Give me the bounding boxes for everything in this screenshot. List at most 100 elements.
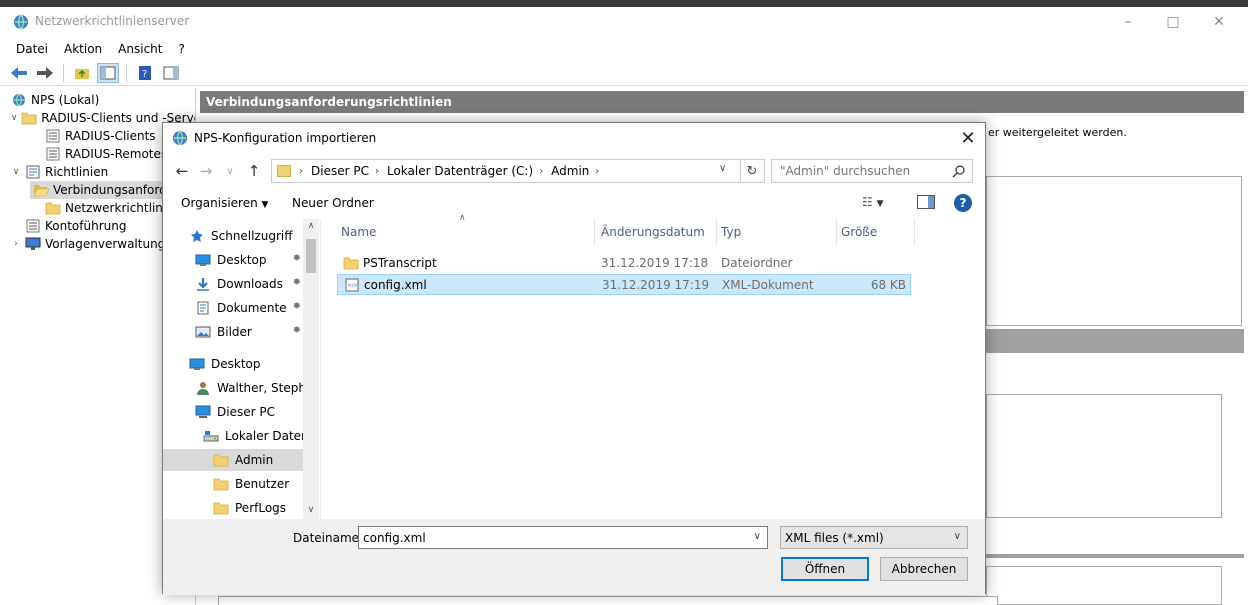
filename-input[interactable] [359,530,739,545]
arrow-left-icon: ← [175,162,189,180]
tree-item-label: Kontoführung [45,219,127,233]
chevron-down-icon[interactable]: ∨ [10,113,18,123]
address-bar[interactable]: › Dieser PC › Lokaler Datenträger (C:) ›… [271,159,741,183]
details-description: er weitergeleitet werden. [988,126,1127,139]
file-type: Dateiordner [721,256,793,270]
back-button[interactable] [8,63,30,83]
file-row[interactable]: PSTranscript 31.12.2019 17:18 Dateiordner [337,253,911,274]
globe-icon [13,93,25,107]
pin-icon[interactable]: ✸ [293,325,301,336]
chevron-right-icon: › [299,165,303,177]
policy-list-box[interactable] [986,176,1242,326]
import-dialog: NPS-Konfiguration importieren ✕ ← → ∨ ↑ … [162,122,986,595]
pin-icon[interactable]: ✸ [293,253,301,264]
nav-item[interactable]: Downloads ✸ [163,273,303,295]
scroll-down-icon[interactable]: ∨ [303,505,319,515]
chevron-right-icon[interactable]: › [10,239,22,249]
nav-item[interactable]: Walther, Stephan [163,377,303,399]
preview-pane-button[interactable] [917,195,935,209]
organize-label: Organisieren [181,196,258,210]
bottom-box [218,596,998,605]
back-button[interactable]: ← [171,160,193,182]
folder-open-icon [33,185,49,197]
column-size[interactable]: Größe [837,219,915,245]
forward-button[interactable] [34,63,56,83]
change-view-button[interactable]: ☷ ▼ [862,195,884,209]
file-name: config.xml [364,278,427,292]
organize-button[interactable]: Organisieren ▼ [181,196,268,210]
minimize-button[interactable]: – [1105,7,1151,37]
drive-icon [203,431,219,442]
arrow-right-icon: → [199,162,213,180]
forward-button[interactable]: → [195,160,217,182]
column-type[interactable]: Typ [717,219,837,245]
action-pane-button[interactable] [160,63,182,83]
scrollbar-thumb[interactable] [306,239,316,273]
menu-aktion[interactable]: Aktion [58,42,108,56]
nps-globe-icon [14,14,28,30]
pin-icon[interactable]: ✸ [293,301,301,312]
menu-help[interactable]: ? [172,42,190,56]
nav-item-label: Dieser PC [217,405,275,419]
nav-item[interactable]: Desktop ✸ [163,249,303,271]
nav-item[interactable]: Admin [163,449,303,471]
tree-item-label: Richtlinien [45,165,109,179]
open-button[interactable]: Öffnen [781,557,869,581]
nav-item-label: Lokaler Datenträger (C:) [225,429,303,443]
refresh-icon: ↻ [746,163,758,179]
up-folder-button[interactable] [71,63,93,83]
cancel-button[interactable]: Abbrechen [880,557,968,581]
toolbar: ? [0,61,1248,86]
show-hide-tree-button[interactable] [97,63,119,83]
nav-item[interactable]: Dokumente ✸ [163,297,303,319]
dialog-close-button[interactable]: ✕ [951,123,985,154]
close-window-button[interactable]: ✕ [1196,7,1242,37]
tree-item[interactable]: NPS (Lokal) [0,91,195,109]
recent-locations-button[interactable]: ∨ [219,160,241,182]
folder-icon [21,112,37,125]
file-row[interactable]: </> config.xml 31.12.2019 17:19 XML-Dokumen… [337,274,911,295]
nav-item[interactable]: Lokaler Datenträger (C:) [163,425,303,447]
help-toolbar-button[interactable]: ? [134,63,156,83]
breadcrumb-drive[interactable]: Lokaler Datenträger (C:) [387,164,533,178]
breadcrumb-admin[interactable]: Admin [551,164,589,178]
menu-datei[interactable]: Datei [10,42,54,56]
refresh-button[interactable]: ↻ [740,159,765,183]
documents-icon [197,301,209,315]
dropdown-triangle-icon: ▼ [876,199,884,209]
new-folder-button[interactable]: Neuer Ordner [292,196,374,210]
scroll-up-icon[interactable]: ∧ [303,221,319,231]
nav-item[interactable]: Benutzer [163,473,303,495]
address-dropdown-icon[interactable]: ∨ [719,163,726,174]
toolbar-separator [126,64,127,82]
nav-item[interactable]: Dieser PC [163,401,303,423]
dialog-footer: Dateiname: ∨ XML files (*.xml) ∨ Öffnen … [163,519,985,595]
nav-item-label: Benutzer [235,477,290,491]
help-icon[interactable]: ? [954,194,972,212]
nav-item[interactable]: Bilder ✸ [163,321,303,343]
pin-icon[interactable]: ✸ [293,277,301,288]
menu-ansicht[interactable]: Ansicht [112,42,168,56]
nav-item[interactable]: Desktop [163,353,303,375]
column-date[interactable]: Änderungsdatum [597,219,717,245]
filetype-select[interactable]: XML files (*.xml) ∨ [780,526,968,549]
details-view-icon: ☷ [862,195,873,209]
navigation-scrollbar[interactable]: ∧ ∨ [303,219,319,519]
folder-up-icon [75,69,89,79]
forward-arrow-icon [37,67,53,79]
maximize-button[interactable]: □ [1150,7,1196,37]
nav-item-label: Desktop [217,253,267,267]
chevron-down-icon[interactable]: ∨ [754,531,761,542]
search-input[interactable] [780,164,945,178]
toolbar-separator [63,64,64,82]
filename-combobox[interactable]: ∨ [358,526,768,549]
desktop-icon [189,358,205,370]
column-name[interactable]: Name [337,219,595,245]
chevron-down-icon[interactable]: ∨ [10,167,22,177]
nav-item[interactable]: PerfLogs [163,497,303,519]
breadcrumb-dieser-pc[interactable]: Dieser PC [311,164,369,178]
nav-item[interactable]: Schnellzugriff [163,225,303,247]
tree-item-label: NPS (Lokal) [31,93,100,107]
up-button[interactable]: ↑ [243,160,265,182]
search-box[interactable] [771,159,973,183]
